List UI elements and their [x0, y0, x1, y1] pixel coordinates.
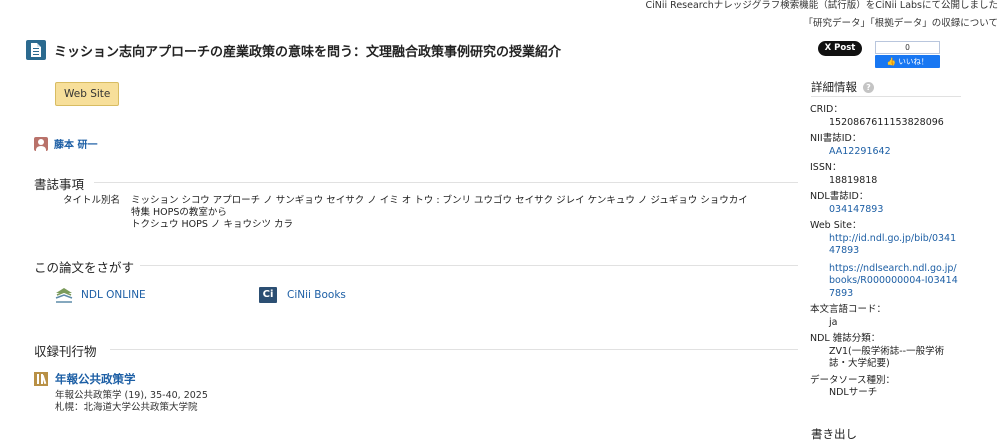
detail-key: NDL書誌ID： — [810, 191, 869, 202]
author: 藤本 研一 — [34, 136, 97, 151]
section-heading-included: 収録刊行物 — [34, 341, 798, 360]
detail-nii-id: NII書誌ID： AA12291642 — [810, 133, 960, 158]
bibliography-block: タイトル別名 ミッション シコウ アプローチ ノ サンギョウ セイサク ノ イミ… — [63, 195, 748, 231]
notice-link-research-data[interactable]: 「研究データ」「根拠データ」の収録について — [538, 15, 998, 33]
cinii-books-label: CiNii Books — [287, 289, 346, 301]
detail-value: ZV1(一般学術誌--一般学術誌・大学紀要) — [829, 345, 945, 370]
details-list: CRID： 1520867611153828096 NII書誌ID： AA122… — [810, 104, 960, 404]
detail-key: データソース種別： — [810, 374, 896, 386]
section-divider — [110, 349, 798, 350]
journal-citation: 年報公共政策学 (19), 35-40, 2025 — [55, 390, 208, 401]
export-heading: 書き出し — [811, 427, 857, 441]
notice-link-knowledge-graph[interactable]: CiNii Researchナレッジグラフ検索機能（試行版）をCiNii Lab… — [538, 0, 998, 15]
cinii-books-link[interactable]: Ci CiNii Books — [259, 287, 346, 303]
detail-link[interactable]: AA12291642 — [810, 146, 960, 159]
page-title: ミッション志向アプローチの産業政策の意味を問う：文理融合政策事例研究の授業紹介 — [54, 44, 562, 60]
notice-banner: CiNii Researchナレッジグラフ検索機能（試行版）をCiNii Lab… — [538, 0, 998, 33]
person-icon — [34, 136, 48, 151]
detail-value: ja — [829, 316, 838, 328]
ndl-online-link[interactable]: NDL ONLINE — [55, 287, 146, 303]
search-links: NDL ONLINE Ci CiNii Books — [55, 287, 455, 307]
detail-crid: CRID： 1520867611153828096 — [810, 104, 960, 129]
journal-publisher: 札幌：北海道大学公共政策大学院 — [55, 402, 198, 413]
detail-key: NII書誌ID： — [810, 133, 862, 144]
journal-meta: 年報公共政策学 (19), 35-40, 2025 札幌：北海道大学公共政策大学… — [55, 390, 208, 414]
details-title: 詳細情報 — [811, 80, 857, 94]
cinii-icon: Ci — [259, 287, 277, 303]
detail-issn: ISSN： 18819818 — [810, 162, 960, 187]
detail-source: データソース種別： NDLサーチ — [810, 375, 960, 400]
section-heading-bibliography: 書誌事項 — [34, 174, 798, 193]
section-divider — [140, 265, 798, 266]
detail-language: 本文言語コード： ja — [810, 304, 960, 329]
x-post-button[interactable]: X Post — [818, 41, 862, 56]
alt-title-value: 特集 HOPSの教室から — [131, 207, 227, 218]
detail-value: 1520867611153828096 — [829, 116, 944, 128]
journal-row: 年報公共政策学 — [34, 371, 136, 387]
facebook-like-widget: 0 👍 いいね！ — [875, 41, 940, 69]
detail-link[interactable]: http://id.ndl.go.jp/bib/034147893 — [810, 233, 960, 258]
alt-title-label: タイトル別名 — [63, 195, 121, 206]
article-title-row: ミッション志向アプローチの産業政策の意味を問う：文理融合政策事例研究の授業紹介 — [26, 40, 766, 60]
section-divider — [94, 182, 798, 183]
detail-value: 18819818 — [829, 174, 878, 186]
section-title: 収録刊行物 — [34, 344, 97, 359]
ndl-online-label: NDL ONLINE — [81, 289, 146, 301]
document-icon — [26, 40, 46, 60]
section-title: 書誌事項 — [34, 177, 85, 192]
detail-link[interactable]: https://ndlsearch.ndl.go.jp/books/R00000… — [810, 263, 960, 301]
detail-key: ISSN： — [810, 162, 842, 173]
section-title: この論文をさがす — [34, 260, 135, 275]
detail-value: NDLサーチ — [829, 387, 878, 398]
alt-title-value: ミッション シコウ アプローチ ノ サンギョウ セイサク ノ イミ オ トウ :… — [131, 195, 748, 206]
journal-link[interactable]: 年報公共政策学 — [55, 371, 136, 387]
detail-website: Web Site： http://id.ndl.go.jp/bib/034147… — [810, 220, 960, 300]
details-heading: 詳細情報 ? — [811, 79, 874, 95]
ndl-icon — [55, 288, 73, 303]
books-icon — [34, 372, 48, 386]
website-button[interactable]: Web Site — [55, 82, 120, 106]
section-heading-search: この論文をさがす — [34, 257, 798, 276]
detail-key: 本文言語コード： — [810, 304, 887, 315]
like-count: 0 — [875, 41, 940, 54]
detail-key: NDL 雑誌分類： — [810, 333, 881, 344]
detail-key: Web Site： — [810, 220, 862, 231]
author-link[interactable]: 藤本 研一 — [54, 136, 97, 151]
detail-ndl-class: NDL 雑誌分類： ZV1(一般学術誌--一般学術誌・大学紀要) — [810, 333, 960, 371]
detail-ndl-id: NDL書誌ID： 034147893 — [810, 191, 960, 216]
facebook-like-button[interactable]: 👍 いいね！ — [875, 55, 940, 68]
help-icon[interactable]: ? — [863, 81, 874, 93]
details-divider — [811, 96, 961, 97]
alt-title-value: トクシュウ HOPS ノ キョウシツ カラ — [131, 219, 293, 230]
detail-key: CRID： — [810, 104, 843, 115]
detail-link[interactable]: 034147893 — [810, 204, 960, 217]
